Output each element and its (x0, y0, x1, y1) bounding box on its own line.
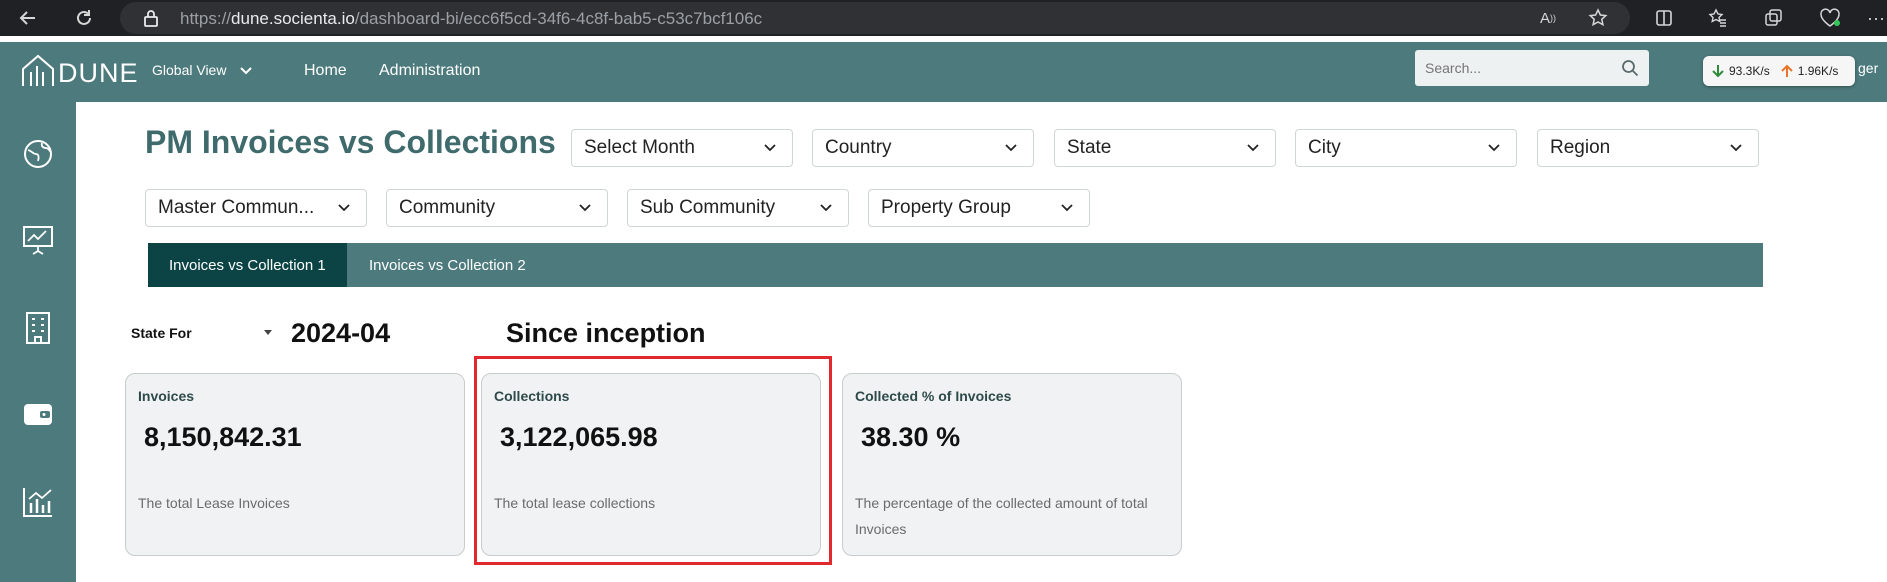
card-title: Invoices (138, 388, 195, 404)
chevron-down-icon (1061, 204, 1073, 212)
filter-region[interactable]: Region (1537, 129, 1759, 167)
dune-logo-icon (22, 54, 54, 86)
split-screen-icon[interactable] (1652, 6, 1676, 30)
card-description: The total Lease Invoices (138, 495, 290, 511)
card-value: 8,150,842.31 (144, 422, 302, 452)
health-icon[interactable] (1818, 6, 1842, 30)
chevron-down-icon (1247, 144, 1259, 152)
refresh-icon[interactable] (72, 6, 96, 30)
url-path: /dashboard-bi/ecc6f5cd-34f6-4c8f-bab5-c5… (354, 9, 763, 28)
collections-icon[interactable] (1762, 6, 1786, 30)
browser-toolbar: https://dune.socienta.io/dashboard-bi/ec… (0, 0, 1887, 36)
filter-label: Property Group (881, 197, 1011, 218)
url-text: https://dune.socienta.io/dashboard-bi/ec… (180, 9, 762, 29)
building-icon[interactable] (20, 310, 56, 346)
upload-speed: 1.96K/s (1797, 64, 1839, 78)
tab-invoices-vs-collection-2[interactable]: Invoices vs Collection 2 (348, 243, 547, 287)
filter-community[interactable]: Community (386, 189, 608, 227)
download-speed: 93.3K/s (1729, 64, 1770, 78)
tab-invoices-vs-collection-1[interactable]: Invoices vs Collection 1 (148, 243, 347, 287)
page-title: PM Invoices vs Collections (145, 124, 556, 160)
kpi-card-invoices: Invoices 8,150,842.31 The total Lease In… (125, 373, 465, 556)
user-name[interactable]: ger (1858, 60, 1878, 76)
caret-down-icon[interactable] (264, 330, 272, 335)
kpi-card-collected-percent: Collected % of Invoices 38.30 % The perc… (842, 373, 1182, 556)
chevron-down-icon (240, 67, 253, 75)
search-icon[interactable] (1621, 59, 1639, 77)
card-description: The percentage of the collected amount o… (855, 495, 1148, 537)
logo[interactable]: DUNE (20, 52, 139, 88)
search-input[interactable] (1415, 50, 1605, 86)
filter-master-community[interactable]: Master Commun... (145, 189, 367, 227)
chevron-down-icon (579, 204, 591, 212)
since-inception-heading: Since inception (506, 318, 706, 348)
star-icon[interactable] (1586, 6, 1610, 30)
wallet-icon[interactable] (20, 396, 56, 432)
favorites-icon[interactable] (1706, 6, 1730, 30)
card-title: Collected % of Invoices (855, 388, 1012, 404)
url-host: dune.socienta.io (231, 9, 355, 28)
logo-text: DUNE (58, 58, 139, 88)
filter-label: Country (825, 137, 892, 158)
chevron-down-icon (820, 204, 832, 212)
filter-label: Community (399, 197, 496, 218)
nav-home[interactable]: Home (304, 62, 347, 80)
chevron-down-icon (764, 144, 776, 152)
filter-label: Select Month (584, 137, 695, 158)
filter-country[interactable]: Country (812, 129, 1034, 167)
arrow-down-icon (1712, 65, 1724, 78)
chevron-down-icon (1730, 144, 1742, 152)
filter-label: Sub Community (640, 197, 776, 218)
lock-icon[interactable] (142, 9, 160, 27)
filter-label: Region (1550, 137, 1611, 158)
more-icon[interactable]: ··· (1864, 6, 1887, 30)
global-view-label: Global View (152, 62, 227, 78)
globe-icon[interactable] (20, 136, 56, 172)
read-aloud-icon[interactable]: A)) (1536, 6, 1560, 30)
search-box[interactable] (1415, 50, 1649, 86)
filter-state[interactable]: State (1054, 129, 1276, 167)
filter-property-group[interactable]: Property Group (868, 189, 1090, 227)
tab-bar: Invoices vs Collection 1 Invoices vs Col… (148, 243, 1763, 287)
highlight-box (474, 356, 832, 565)
chevron-down-icon (1488, 144, 1500, 152)
network-speed-widget: 93.3K/s 1.96K/s (1703, 56, 1855, 86)
url-prefix: https:// (180, 9, 232, 28)
back-icon[interactable] (16, 6, 40, 30)
chevron-down-icon (338, 204, 350, 212)
address-bar[interactable]: https://dune.socienta.io/dashboard-bi/ec… (120, 2, 1630, 34)
filter-sub-community[interactable]: Sub Community (627, 189, 849, 227)
nav-administration[interactable]: Administration (379, 62, 480, 80)
filter-select-month[interactable]: Select Month (571, 129, 793, 167)
state-value: 2024-04 (291, 318, 391, 348)
chevron-down-icon (1005, 144, 1017, 152)
app-header: DUNE Global View Home Administration 93.… (0, 42, 1887, 102)
filter-label: Master Commun... (158, 197, 315, 218)
analytics-icon[interactable] (20, 484, 56, 520)
arrow-up-icon (1780, 64, 1793, 77)
filter-label: City (1308, 137, 1341, 158)
state-for-label[interactable]: State For (131, 325, 192, 341)
presentation-icon[interactable] (20, 222, 56, 258)
sidebar (0, 102, 76, 582)
card-value: 38.30 % (861, 422, 961, 452)
filter-city[interactable]: City (1295, 129, 1517, 167)
filter-label: State (1067, 137, 1112, 158)
global-view-dropdown[interactable]: Global View (152, 62, 254, 78)
